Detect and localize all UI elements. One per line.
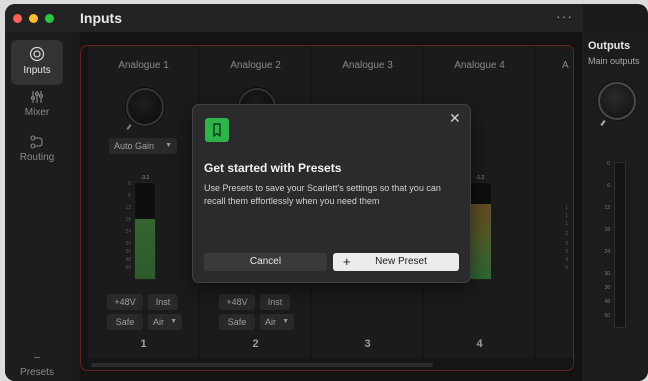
presets-dialog: ✕ Get started with Presets Use Presets t… xyxy=(192,104,471,283)
dialog-title: Get started with Presets xyxy=(204,161,342,175)
more-options-icon[interactable]: ··· xyxy=(556,8,573,24)
sidebar-item-presets[interactable]: Presets xyxy=(11,367,63,379)
scale-tick: 6 xyxy=(607,183,610,189)
zoom-window-button[interactable] xyxy=(45,14,54,23)
close-icon[interactable]: ✕ xyxy=(449,111,461,125)
routing-icon xyxy=(30,135,43,149)
new-preset-button[interactable]: + New Preset xyxy=(333,253,459,271)
sidebar-item-label: Inputs xyxy=(23,65,51,76)
outputs-title: Outputs xyxy=(588,40,631,52)
scale-tick: 60 xyxy=(604,313,610,319)
scale-tick: 12 xyxy=(604,205,610,211)
close-window-button[interactable] xyxy=(13,14,22,23)
knob-indicator-icon xyxy=(600,119,606,127)
outputs-subtitle: Main outputs xyxy=(588,56,640,66)
input-icon xyxy=(29,46,45,62)
sidebar-item-label: Mixer xyxy=(24,107,50,118)
scale-tick: 36 xyxy=(604,285,610,291)
main-output-knob[interactable] xyxy=(598,82,636,120)
scale-tick: 24 xyxy=(604,249,610,255)
scale-tick: 48 xyxy=(604,299,610,305)
output-level-meter xyxy=(614,162,626,328)
scale-tick: 0 xyxy=(607,161,610,167)
sidebar-item-routing[interactable]: Routing xyxy=(11,134,63,172)
preset-bookmark-icon xyxy=(205,118,229,142)
plus-icon: + xyxy=(343,254,351,269)
sidebar-item-inputs[interactable]: Inputs xyxy=(11,40,63,85)
scale-tick: 30 xyxy=(604,271,610,277)
cancel-button[interactable]: Cancel xyxy=(204,253,327,271)
bookmark-icon xyxy=(213,123,221,137)
outputs-panel: Outputs Main outputs 0 6 12 18 24 30 36 … xyxy=(582,32,648,381)
scale-tick: 18 xyxy=(604,227,610,233)
meter-scale: 0 6 12 18 24 30 36 48 60 xyxy=(590,160,610,320)
minimize-window-button[interactable] xyxy=(29,14,38,23)
dialog-body: Use Presets to save your Scarlett's sett… xyxy=(204,183,441,206)
presets-divider xyxy=(34,357,40,358)
window-title: Inputs xyxy=(80,10,122,26)
sidebar: Inputs Mixer Routing Presets xyxy=(5,32,72,381)
mixer-icon xyxy=(31,91,43,103)
sidebar-item-label: Routing xyxy=(19,152,55,163)
title-bar: Inputs ··· xyxy=(5,4,583,32)
sidebar-item-mixer[interactable]: Mixer xyxy=(11,89,63,127)
new-preset-label: New Preset xyxy=(375,256,427,267)
